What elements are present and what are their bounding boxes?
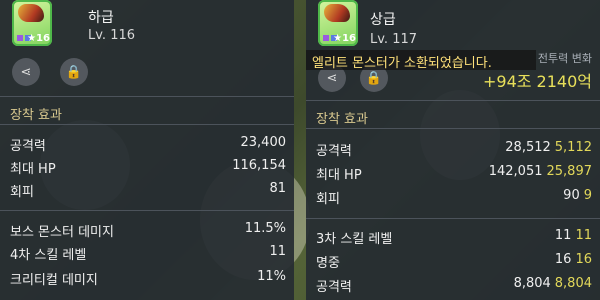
stat-row: 회피 81	[10, 178, 286, 201]
stat-name: 공격력	[316, 144, 352, 159]
stat-diff: 5,112	[554, 140, 592, 155]
divider	[306, 218, 600, 219]
item-icon: ★16	[12, 0, 52, 46]
stat-row: 최대 HP 116,154	[10, 155, 286, 178]
stat-base: 16	[554, 252, 572, 267]
section-title: 장착 효과	[10, 108, 62, 123]
stat-value: 11	[269, 244, 286, 259]
stat-value: 11.5%	[244, 221, 286, 236]
stat-base: 28,512	[505, 140, 551, 155]
power-change-value: +94조 2140억	[482, 72, 592, 91]
stat-name: 3차 스킬 레벨	[316, 232, 393, 247]
lock-icon: 🔒	[365, 70, 383, 86]
share-icon: ⋖	[326, 70, 338, 86]
stat-diff: 16	[575, 252, 592, 267]
stat-name: 공격력	[10, 139, 46, 154]
stat-base: 8,804	[513, 276, 551, 291]
stat-row: 보스 몬스터 데미지 11.5%	[10, 218, 286, 241]
section-title: 장착 효과	[316, 112, 368, 127]
stat-row: 3차 스킬 레벨 11 11	[316, 225, 592, 248]
stat-name: 명중	[316, 256, 340, 271]
stat-name: 최대 HP	[316, 168, 362, 183]
star-count: ★16	[27, 33, 50, 44]
divider	[306, 100, 600, 101]
glove-icon	[324, 4, 350, 22]
stat-row: 명중 16 16	[316, 249, 592, 272]
stat-base: 11	[554, 228, 572, 243]
stat-value: 8,804 8,804	[514, 276, 592, 291]
item-icon: ★16	[318, 0, 358, 46]
power-change-label: 전투력 변화	[537, 52, 592, 65]
stat-value: 23,400	[240, 135, 287, 150]
stat-row: 최대 HP 142,051 25,897	[316, 161, 592, 184]
stat-diff: 8,804	[554, 276, 592, 291]
stat-value: 11 11	[555, 228, 592, 243]
star-count: ★16	[333, 33, 356, 44]
stat-name: 보스 몬스터 데미지	[10, 225, 114, 240]
stat-name: 최대 HP	[10, 162, 56, 177]
stat-value: 16 16	[555, 252, 592, 267]
stat-diff: 11	[575, 228, 592, 243]
item-level: Lv. 116	[88, 28, 136, 43]
divider	[0, 124, 294, 125]
stat-value: 116,154	[232, 158, 286, 173]
stat-base: 90	[563, 188, 580, 203]
item-grade: 상급	[370, 12, 396, 28]
notification-banner: 엘리트 몬스터가 소환되었습니다.	[306, 50, 536, 71]
stat-diff: 9	[583, 188, 592, 203]
gem-icon	[17, 35, 23, 41]
stat-base: 142,051	[488, 164, 543, 179]
stat-value: 90 9	[563, 188, 592, 203]
item-level: Lv. 117	[370, 32, 418, 47]
stat-row: 공격력 8,804 8,804	[316, 273, 592, 296]
divider	[306, 128, 600, 129]
divider	[0, 96, 294, 97]
stat-name: 4차 스킬 레벨	[10, 248, 87, 263]
stat-name: 공격력	[316, 280, 352, 295]
lock-button[interactable]: 🔒	[60, 58, 88, 86]
share-icon: ⋖	[20, 64, 32, 80]
lock-icon: 🔒	[65, 64, 83, 80]
stat-name: 회피	[10, 185, 34, 200]
stat-row: 회피 90 9	[316, 185, 592, 208]
stat-row: 공격력 28,512 5,112	[316, 137, 592, 160]
stat-value: 11%	[257, 269, 286, 284]
stat-row: 공격력 23,400	[10, 132, 286, 155]
glove-icon	[18, 4, 44, 22]
gem-icon	[323, 35, 329, 41]
stat-row: 크리티컬 데미지 11%	[10, 266, 286, 289]
stat-diff: 25,897	[546, 164, 593, 179]
stat-name: 크리티컬 데미지	[10, 273, 98, 288]
divider	[0, 210, 294, 211]
item-tooltip-current: ★16 하급 Lv. 116 ⋖ 🔒 장착 효과 공격력 23,400 최대 H…	[0, 0, 294, 300]
item-grade: 하급	[88, 10, 114, 26]
stat-value: 142,051 25,897	[489, 164, 592, 179]
share-button[interactable]: ⋖	[12, 58, 40, 86]
stat-value: 28,512 5,112	[505, 140, 592, 155]
stat-value: 81	[269, 181, 286, 196]
stat-row: 4차 스킬 레벨 11	[10, 241, 286, 264]
stat-name: 회피	[316, 192, 340, 207]
item-tooltip-compare: ★16 상급 Lv. 117 ⋖ 🔒 전투력 변화 +94조 2140억 장착 …	[306, 0, 600, 300]
